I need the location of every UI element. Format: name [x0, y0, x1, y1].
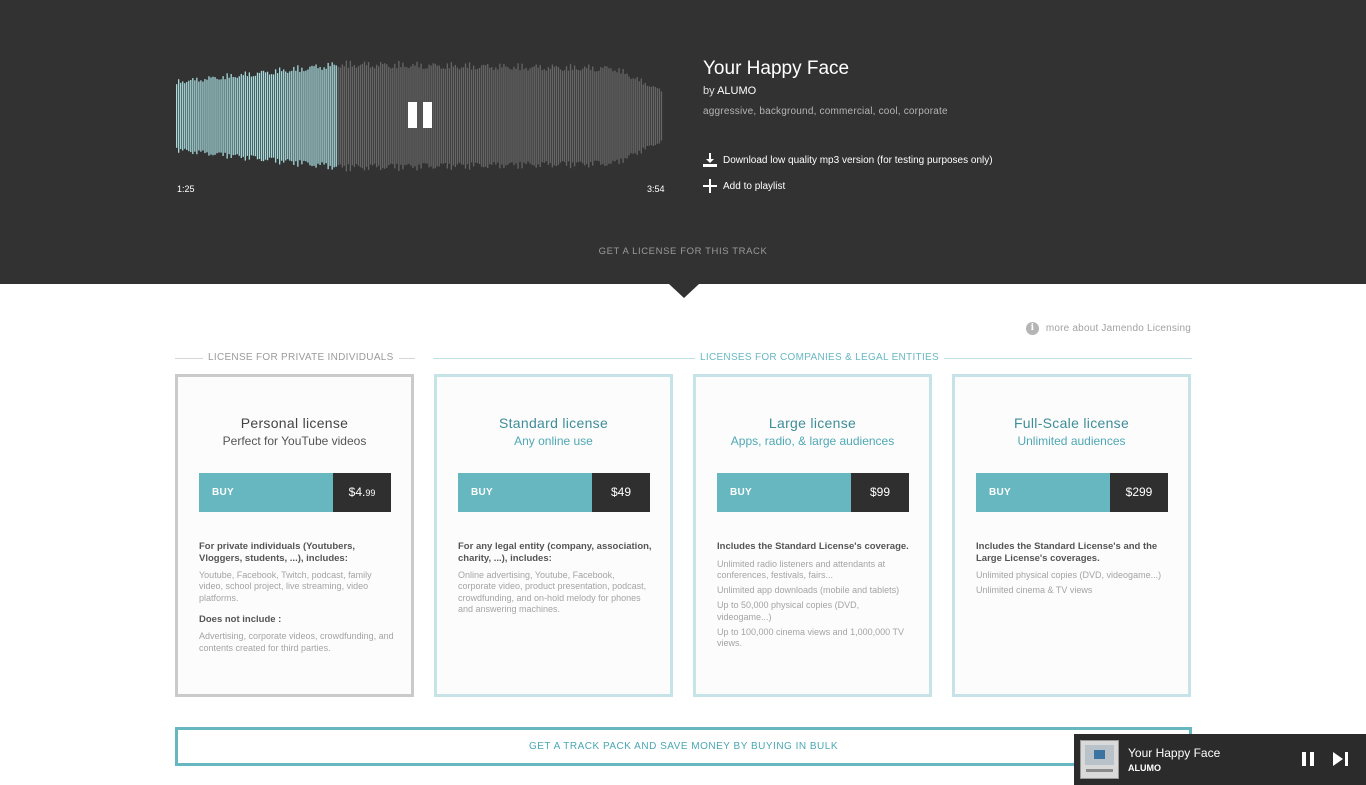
buy-personal-button[interactable]: BUY $4.99 — [199, 473, 391, 512]
license-item: Unlimited cinema & TV views — [976, 585, 1093, 596]
add-to-playlist-label: Add to playlist — [723, 180, 786, 192]
license-item: Unlimited app downloads (mobile and tabl… — [717, 585, 900, 596]
price: $299 — [1110, 473, 1168, 512]
buy-label: BUY — [199, 473, 333, 512]
license-item: Up to 50,000 physical copies (DVD, video… — [717, 600, 860, 622]
exclusion-heading: Does not include : — [199, 613, 282, 625]
price: $49 — [592, 473, 650, 512]
add-to-playlist-button[interactable]: Add to playlist — [703, 178, 785, 194]
artist-link[interactable]: ALUMO — [717, 85, 756, 97]
pause-icon[interactable] — [408, 102, 432, 128]
license-title: Full-Scale license — [1013, 415, 1130, 431]
total-time: 3:54 — [647, 184, 665, 194]
by-prefix: by — [703, 85, 715, 97]
download-label: Download low quality mp3 version (for te… — [723, 154, 993, 166]
license-intro: Includes the Standard License's coverage… — [717, 541, 909, 552]
license-title: Personal license — [240, 415, 349, 431]
buy-fullscale-button[interactable]: BUY $299 — [976, 473, 1168, 512]
info-icon: i — [1025, 322, 1039, 335]
mini-track-artist[interactable]: ALUMO — [1128, 763, 1161, 773]
mini-pause-icon[interactable] — [1302, 752, 1314, 766]
price-main: $4. — [348, 485, 366, 499]
company-heading-text: LICENSES FOR COMPANIES & LEGAL ENTITIES — [695, 352, 944, 363]
buy-label: BUY — [458, 473, 592, 512]
track-player: 1:25 3:54 Your Happy Face by ALUMO aggre… — [0, 0, 1366, 284]
license-subtitle: Apps, radio, & large audiences — [730, 434, 895, 448]
license-subtitle: Any online use — [514, 434, 593, 448]
more-info-label: more about Jamendo Licensing — [1045, 323, 1191, 334]
private-heading-text: LICENSE FOR PRIVATE INDIVIDUALS — [203, 352, 399, 363]
license-title: Large license — [768, 415, 857, 431]
license-intro: For private individuals (Youtubers, Vlog… — [199, 541, 356, 564]
license-details: For private individuals (Youtubers, Vlog… — [199, 541, 395, 658]
license-subtitle: Unlimited audiences — [1017, 434, 1126, 448]
track-tags[interactable]: aggressive, background, commercial, cool… — [703, 106, 948, 117]
license-card-large: Large license Apps, radio, & large audie… — [693, 374, 932, 697]
license-card-standard: Standard license Any online use BUY $49 … — [434, 374, 673, 697]
mini-player: Your Happy Face ALUMO — [1074, 734, 1366, 785]
buy-label: BUY — [717, 473, 851, 512]
license-details: Includes the Standard License's and the … — [976, 541, 1172, 601]
price: $4.99 — [333, 473, 391, 512]
company-license-heading: LICENSES FOR COMPANIES & LEGAL ENTITIES — [433, 352, 1192, 364]
license-card-fullscale: Full-Scale license Unlimited audiences B… — [952, 374, 1191, 697]
private-license-heading: LICENSE FOR PRIVATE INDIVIDUALS — [175, 352, 415, 364]
album-cover[interactable] — [1080, 740, 1119, 779]
license-cta-link[interactable]: GET A LICENSE FOR THIS TRACK — [0, 246, 1366, 257]
buy-large-button[interactable]: BUY $99 — [717, 473, 909, 512]
download-icon — [703, 153, 717, 167]
exclusion-item: Advertising, corporate videos, crowdfund… — [199, 631, 394, 653]
buy-standard-button[interactable]: BUY $49 — [458, 473, 650, 512]
price-cents: 99 — [365, 488, 376, 498]
license-subtitle: Perfect for YouTube videos — [222, 434, 367, 448]
track-artist-line: by ALUMO — [703, 85, 756, 97]
section-pointer-arrow — [669, 284, 699, 298]
license-intro: Includes the Standard License's and the … — [976, 541, 1158, 564]
license-details: Includes the Standard License's coverage… — [717, 541, 913, 654]
license-item: Online advertising, Youtube, Facebook, c… — [458, 570, 647, 614]
buy-label: BUY — [976, 473, 1110, 512]
mini-track-title[interactable]: Your Happy Face — [1128, 746, 1220, 760]
license-details: For any legal entity (company, associati… — [458, 541, 654, 619]
license-item: Youtube, Facebook, Twitch, podcast, fami… — [199, 570, 372, 603]
download-mp3-button[interactable]: Download low quality mp3 version (for te… — [703, 152, 993, 168]
plus-icon — [703, 179, 717, 193]
license-intro: For any legal entity (company, associati… — [458, 541, 652, 564]
license-title: Standard license — [498, 415, 609, 431]
price: $99 — [851, 473, 909, 512]
license-item: Up to 100,000 cinema views and 1,000,000… — [717, 626, 904, 649]
track-title: Your Happy Face — [703, 58, 850, 79]
license-item: Unlimited radio listeners and attendants… — [717, 558, 886, 580]
current-time: 1:25 — [177, 184, 195, 194]
skip-next-icon[interactable] — [1333, 752, 1348, 766]
track-pack-button[interactable]: GET A TRACK PACK AND SAVE MONEY BY BUYIN… — [175, 727, 1192, 766]
license-item: Unlimited physical copies (DVD, videogam… — [976, 570, 1162, 580]
license-card-personal: Personal license Perfect for YouTube vid… — [175, 374, 414, 697]
more-about-licensing-link[interactable]: i more about Jamendo Licensing — [1025, 322, 1191, 335]
